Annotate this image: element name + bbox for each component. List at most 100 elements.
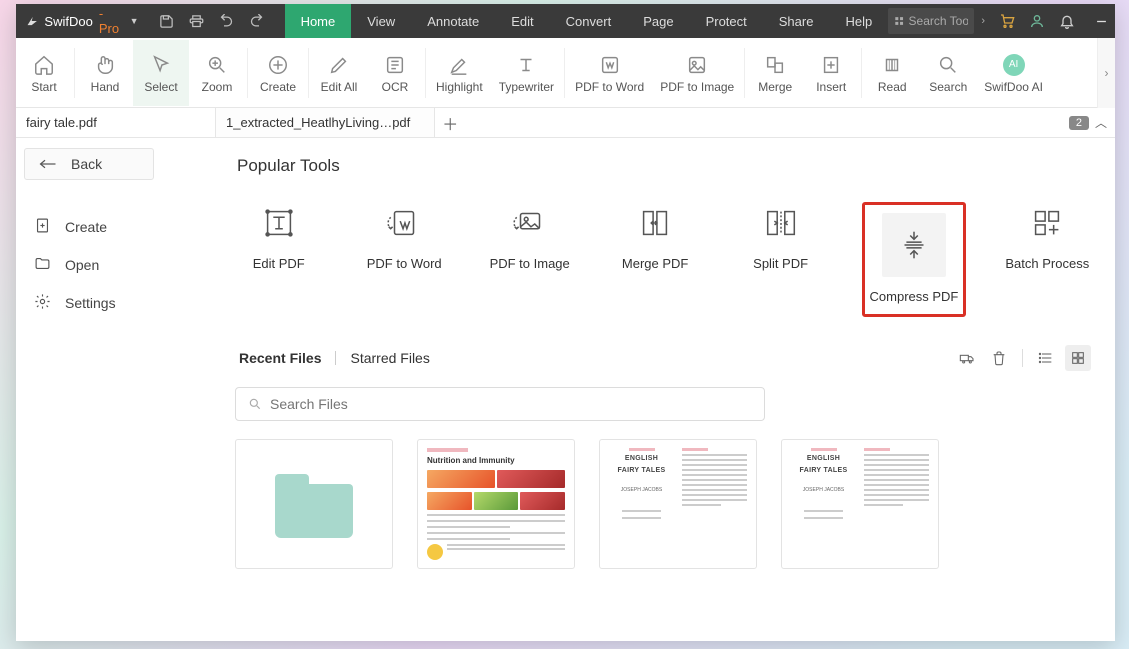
- menu-annotate[interactable]: Annotate: [411, 4, 495, 38]
- highlighter-icon: [448, 54, 470, 76]
- home-icon: [33, 54, 55, 76]
- grid-view-icon[interactable]: [1065, 345, 1091, 371]
- ribbon-pdf-to-word[interactable]: PDF to Word: [567, 40, 652, 106]
- new-tab-button[interactable]: ＋: [435, 108, 465, 137]
- save-icon[interactable]: [153, 7, 181, 35]
- menu-page[interactable]: Page: [627, 4, 689, 38]
- insert-icon: [820, 54, 842, 76]
- tool-split-pdf[interactable]: Split PDF: [737, 202, 824, 317]
- menu-protect[interactable]: Protect: [690, 4, 763, 38]
- ribbon-create[interactable]: Create: [250, 40, 306, 106]
- user-icon[interactable]: [1022, 4, 1052, 38]
- ribbon-pdf-to-image[interactable]: PDF to Image: [652, 40, 742, 106]
- menu-edit[interactable]: Edit: [495, 4, 549, 38]
- batch-process-icon: [1026, 202, 1068, 244]
- content-body: Back Create Open Settings Popular Tools …: [16, 138, 1115, 641]
- titlebar-right: Search Tools ›: [888, 4, 1129, 38]
- ribbon-select[interactable]: Select: [133, 40, 189, 106]
- truck-icon[interactable]: [954, 345, 980, 371]
- ocr-icon: [384, 54, 406, 76]
- ribbon-start[interactable]: Start: [16, 40, 72, 106]
- ribbon-overflow-icon[interactable]: ›: [1097, 38, 1115, 108]
- tool-compress-pdf[interactable]: Compress PDF: [862, 202, 965, 317]
- ribbon-hand[interactable]: Hand: [77, 40, 133, 106]
- ribbon-typewriter[interactable]: Typewriter: [491, 40, 562, 106]
- zoom-icon: [206, 54, 228, 76]
- compress-pdf-icon: [893, 224, 935, 266]
- app-brand[interactable]: SwifDoo -Pro ▼: [16, 6, 147, 36]
- minimize-button[interactable]: [1082, 4, 1120, 38]
- tool-edit-pdf[interactable]: Edit PDF: [235, 202, 322, 317]
- ribbon-edit-all[interactable]: Edit All: [311, 40, 367, 106]
- recent-file-fairytales-1[interactable]: ENGLISH FAIRY TALES JOSEPH JACOBS: [599, 439, 757, 569]
- plus-circle-icon: [267, 54, 289, 76]
- maximize-button[interactable]: [1120, 4, 1129, 38]
- arrow-left-icon: [39, 158, 57, 170]
- collapse-ribbon-icon[interactable]: ︿: [1095, 114, 1107, 131]
- cart-icon[interactable]: [992, 4, 1022, 38]
- back-button[interactable]: Back: [24, 148, 154, 180]
- document-tabs: fairy tale.pdf 1_extracted_HeatlhyLiving…: [16, 108, 1115, 138]
- tool-merge-pdf[interactable]: Merge PDF: [611, 202, 698, 317]
- brand-dropdown-icon[interactable]: ▼: [130, 16, 139, 26]
- popular-tools-title: Popular Tools: [237, 156, 1091, 176]
- title-bar: SwifDoo -Pro ▼ Home View Annotate Edit Co…: [16, 4, 1115, 38]
- menu-home[interactable]: Home: [285, 4, 352, 38]
- list-view-icon[interactable]: [1033, 345, 1059, 371]
- cursor-icon: [150, 54, 172, 76]
- ribbon-swifdoo-ai[interactable]: AISwifDoo AI: [976, 40, 1051, 106]
- folder-icon: [34, 255, 51, 275]
- search-files-field[interactable]: [270, 396, 752, 412]
- main-panel: Popular Tools Edit PDF PDF to Word PDF t…: [211, 138, 1115, 641]
- sidebar: Back Create Open Settings: [16, 138, 211, 641]
- ribbon-highlight[interactable]: Highlight: [428, 40, 491, 106]
- ribbon-zoom[interactable]: Zoom: [189, 40, 245, 106]
- app-window: SwifDoo -Pro ▼ Home View Annotate Edit Co…: [16, 4, 1115, 641]
- recent-folder[interactable]: [235, 439, 393, 569]
- doc-tab-1[interactable]: fairy tale.pdf: [16, 108, 216, 137]
- word-icon: [599, 54, 621, 76]
- hand-icon: [94, 54, 116, 76]
- sidebar-item-open[interactable]: Open: [24, 246, 203, 284]
- sidebar-item-settings[interactable]: Settings: [24, 284, 203, 322]
- trash-icon[interactable]: [986, 345, 1012, 371]
- sidebar-item-create[interactable]: Create: [24, 208, 203, 246]
- recent-file-fairytales-2[interactable]: ENGLISH FAIRY TALES JOSEPH JACOBS: [781, 439, 939, 569]
- ribbon-ocr[interactable]: OCR: [367, 40, 423, 106]
- ribbon-read[interactable]: Read: [864, 40, 920, 106]
- undo-icon[interactable]: [213, 7, 241, 35]
- recent-file-nutrition[interactable]: Nutrition and Immunity: [417, 439, 575, 569]
- edit-pdf-icon: [258, 202, 300, 244]
- tab-recent-files[interactable]: Recent Files: [235, 350, 325, 366]
- tool-pdf-to-word[interactable]: PDF to Word: [360, 202, 447, 317]
- menu-view[interactable]: View: [351, 4, 411, 38]
- doc-tab-2[interactable]: 1_extracted_HeatlhyLiving…pdf: [216, 108, 435, 137]
- tab-starred-files[interactable]: Starred Files: [346, 350, 433, 366]
- main-menu: Home View Annotate Edit Convert Page Pro…: [285, 4, 889, 38]
- ai-icon: AI: [1003, 54, 1025, 76]
- print-icon[interactable]: [183, 7, 211, 35]
- redo-icon[interactable]: [243, 7, 271, 35]
- brand-suffix: -Pro: [99, 6, 121, 36]
- pdf-to-image-icon: [509, 202, 551, 244]
- bell-icon[interactable]: [1052, 4, 1082, 38]
- ribbon-insert[interactable]: Insert: [803, 40, 859, 106]
- menu-share[interactable]: Share: [763, 4, 830, 38]
- search-tools-box[interactable]: Search Tools: [888, 8, 974, 34]
- split-pdf-icon: [760, 202, 802, 244]
- tab-count-badge: 2: [1069, 116, 1089, 130]
- create-file-icon: [34, 217, 51, 237]
- search-tools-overflow-icon[interactable]: ›: [974, 4, 992, 38]
- popular-tools-row: Edit PDF PDF to Word PDF to Image Merge …: [235, 202, 1091, 317]
- brand-name: SwifDoo: [44, 14, 92, 29]
- merge-icon: [764, 54, 786, 76]
- menu-convert[interactable]: Convert: [550, 4, 628, 38]
- ribbon-merge[interactable]: Merge: [747, 40, 803, 106]
- ribbon-search[interactable]: Search: [920, 40, 976, 106]
- tool-pdf-to-image[interactable]: PDF to Image: [486, 202, 573, 317]
- folder-large-icon: [275, 484, 353, 538]
- menu-help[interactable]: Help: [829, 4, 888, 38]
- search-files-input[interactable]: [235, 387, 765, 421]
- quick-access-toolbar: [153, 7, 271, 35]
- tool-batch-process[interactable]: Batch Process: [1004, 202, 1091, 317]
